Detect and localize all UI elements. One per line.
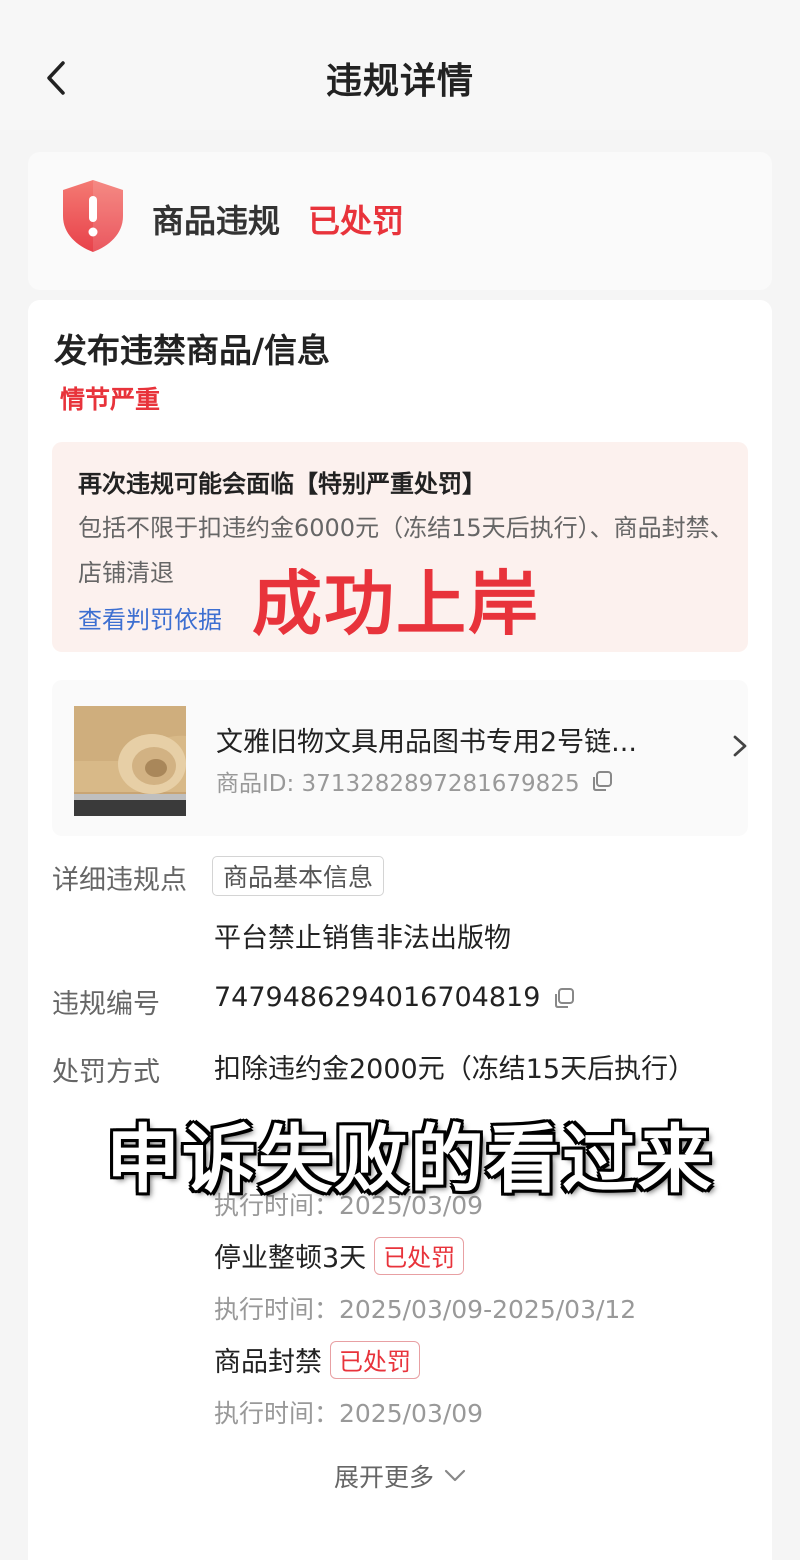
violation-point-tag: 商品基本信息 [212,856,385,896]
product-name: 文雅旧物文具用品图书专用2号链... [216,727,637,758]
copy-icon[interactable] [590,769,614,793]
penalty-2-badge: 已处罚 [374,1236,465,1275]
status-badge: 已处罚 [308,202,405,240]
status-card: 商品违规 已处罚 [28,152,772,290]
chevron-right-icon[interactable] [728,728,752,764]
penalty-3-text: 商品封禁 [214,1347,322,1378]
violation-number: 7479486294016704819 [214,982,541,1013]
violation-title: 发布违禁商品/信息 [54,331,331,370]
penalty-3-time: 执行时间：2025/03/09 [214,1399,484,1428]
overlay-caption-appeal: 申诉失败的看过来 [106,1117,714,1203]
nav-bar: 违规详情 [0,0,800,130]
expand-more-label: 展开更多 [333,1463,434,1492]
violation-number-row: 7479486294016704819 [214,982,576,1013]
penalty-3-badge: 已处罚 [330,1340,420,1379]
shield-warning-icon [63,180,123,252]
violation-point-label: 详细违规点 [52,865,187,896]
penalty-1-text: 扣除违约金2000元（冻结15天后执行） [214,1054,696,1085]
penalty-basis-link[interactable]: 查看判罚依据 [78,600,222,635]
copy-icon[interactable] [552,986,576,1010]
product-id: 商品ID: 3713282897281679825 [216,771,580,797]
overlay-caption-success: 成功上岸 [252,563,540,645]
product-id-row: 商品ID: 3713282897281679825 [216,764,614,798]
violation-point-text: 平台禁止销售非法出版物 [214,923,511,954]
violation-type: 商品违规 [152,202,281,240]
penalty-2-time: 执行时间：2025/03/09-2025/03/12 [214,1295,637,1324]
penalty-3-row: 商品封禁 已处罚 [214,1340,420,1379]
warning-title: 再次违规可能会面临【特别严重处罚】 [78,470,486,498]
penalty-2-row: 停业整顿3天 已处罚 [214,1236,465,1275]
penalty-2-text: 停业整顿3天 [214,1243,367,1274]
product-card[interactable]: 文雅旧物文具用品图书专用2号链... 商品ID: 371328289728167… [52,680,748,836]
severity-label: 情节严重 [60,385,161,414]
violation-detail-card: 发布违禁商品/信息 情节严重 再次违规可能会面临【特别严重处罚】 包括不限于扣违… [28,300,772,1560]
page-title: 违规详情 [325,61,474,102]
chevron-down-icon [444,1469,466,1482]
penalty-label: 处罚方式 [52,1057,160,1088]
violation-number-label: 违规编号 [52,989,160,1020]
expand-more-button[interactable]: 展开更多 [0,1458,800,1494]
product-thumbnail [74,706,186,816]
